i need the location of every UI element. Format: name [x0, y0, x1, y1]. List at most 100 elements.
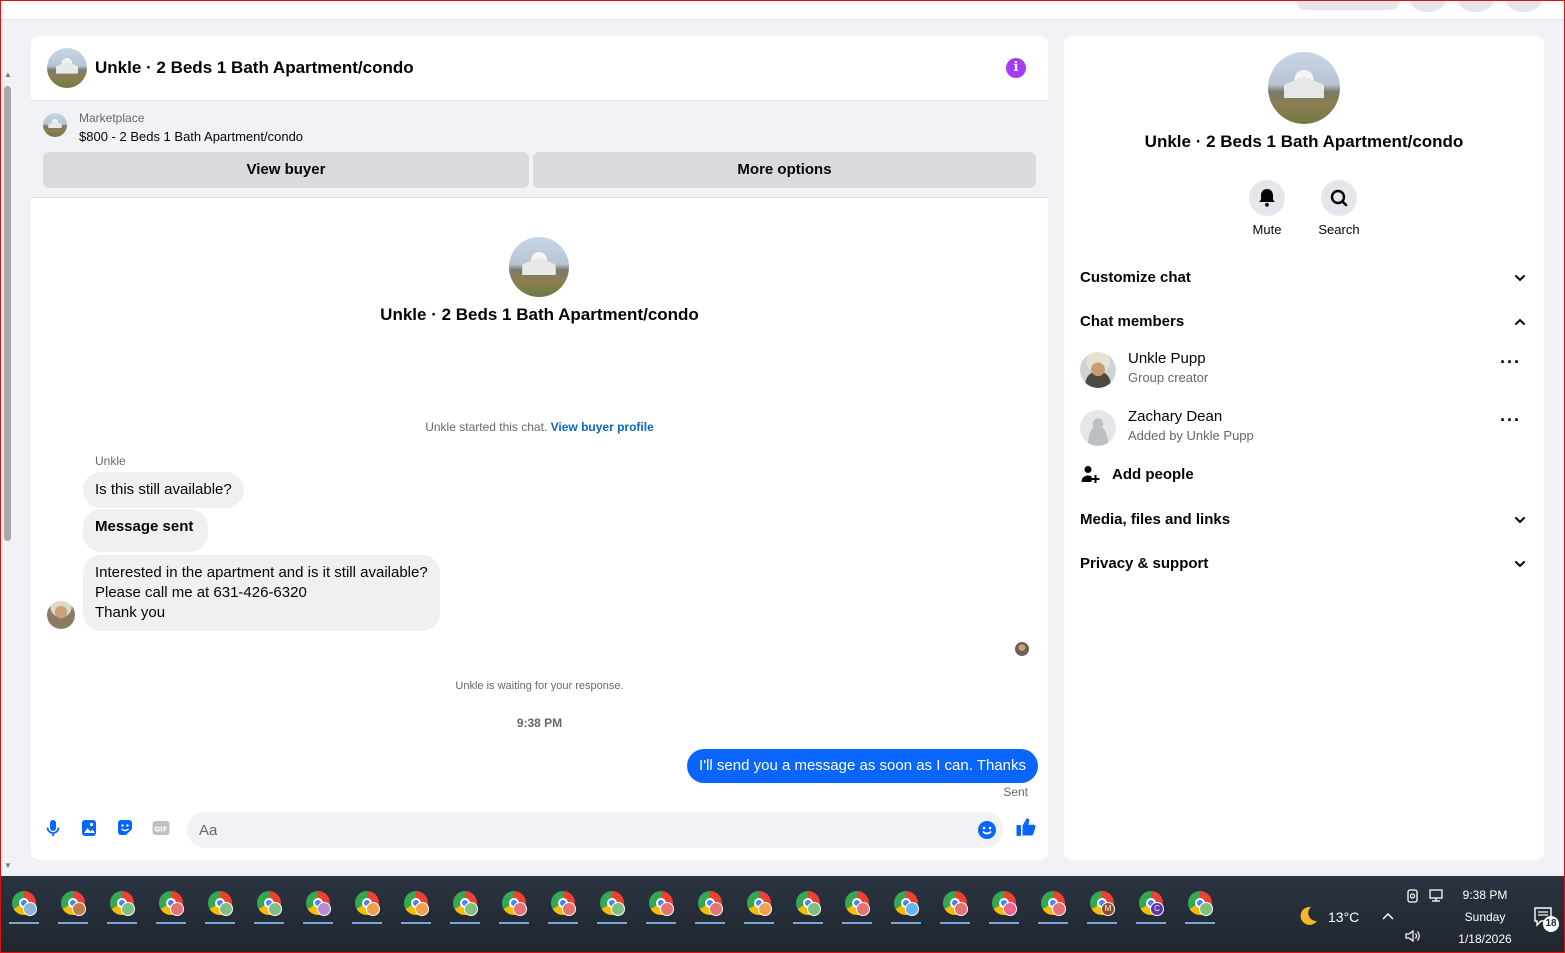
gif-icon[interactable]: GIF: [151, 818, 171, 838]
message-bubble[interactable]: Is this still available?: [83, 472, 244, 508]
outgoing-message-bubble[interactable]: I'll send you a message as soon as I can…: [687, 749, 1038, 783]
page-scrollbar[interactable]: ▲ ▼: [2, 70, 14, 870]
taskbar-chrome-window-icon[interactable]: [397, 884, 435, 924]
member-row[interactable]: Unkle Pupp Group creator ···: [1080, 350, 1528, 392]
view-buyer-button[interactable]: View buyer: [43, 152, 529, 188]
taskbar-chrome-window-icon[interactable]: [299, 884, 337, 924]
mute-button[interactable]: [1249, 180, 1285, 216]
section-label: Chat members: [1080, 313, 1185, 330]
running-indicator: [254, 922, 284, 924]
running-indicator: [450, 922, 480, 924]
taskbar-chrome-window-icon[interactable]: [642, 884, 680, 924]
listing-thumbnail[interactable]: [43, 113, 67, 137]
view-buyer-profile-link[interactable]: View buyer profile: [551, 420, 654, 434]
taskbar-chrome-window-icon[interactable]: [152, 884, 190, 924]
running-indicator: [744, 922, 774, 924]
profile-badge-icon: [905, 902, 919, 916]
listing-title[interactable]: $800 - 2 Beds 1 Bath Apartment/condo: [79, 129, 303, 144]
profile-badge-icon: [1199, 902, 1213, 916]
taskbar-chrome-window-icon[interactable]: [789, 884, 827, 924]
privacy-support-section[interactable]: Privacy & support: [1080, 552, 1528, 576]
photo-icon[interactable]: [79, 818, 99, 838]
taskbar-chrome-window-icon[interactable]: [1181, 884, 1219, 924]
running-indicator: [58, 922, 88, 924]
scroll-down-icon[interactable]: ▼: [4, 861, 12, 870]
chat-title[interactable]: Unkle · 2 Beds 1 Bath Apartment/condo: [95, 58, 414, 78]
message-thread[interactable]: Unkle · 2 Beds 1 Bath Apartment/condo Un…: [31, 199, 1048, 799]
running-indicator: [156, 922, 186, 924]
microphone-icon[interactable]: [43, 818, 63, 838]
taskbar-chrome-window-icon[interactable]: [936, 884, 974, 924]
media-files-section[interactable]: Media, files and links: [1080, 508, 1528, 532]
running-indicator: [891, 922, 921, 924]
chat-avatar[interactable]: [47, 48, 87, 88]
top-nav-strip: [0, 0, 1565, 20]
taskbar-chrome-window-icon[interactable]: [691, 884, 729, 924]
message-bubble[interactable]: Message sent: [83, 509, 209, 552]
marketplace-banner: Marketplace $800 - 2 Beds 1 Bath Apartme…: [31, 101, 1048, 198]
chat-started-text: Unkle started this chat.: [425, 420, 548, 434]
meet-now-icon[interactable]: [1405, 888, 1421, 904]
taskbar-chrome-window-icon[interactable]: [103, 884, 141, 924]
taskbar-chrome-window-icon[interactable]: [495, 884, 533, 924]
taskbar-chrome-window-icon[interactable]: [985, 884, 1023, 924]
scroll-up-icon[interactable]: ▲: [4, 70, 12, 79]
taskbar-chrome-window-icon[interactable]: [446, 884, 484, 924]
taskbar-chrome-window-icon[interactable]: C: [1132, 884, 1170, 924]
scroll-thumb[interactable]: [4, 86, 11, 541]
taskbar-chrome-window-icon[interactable]: [5, 884, 43, 924]
message-text: Interested in the apartment and is it st…: [95, 564, 428, 581]
nav-menu-icon[interactable]: [1410, 0, 1446, 12]
profile-badge-icon: [856, 902, 870, 916]
info-avatar[interactable]: [1268, 52, 1340, 124]
emoji-icon[interactable]: [977, 820, 997, 840]
member-name[interactable]: Unkle Pupp: [1128, 350, 1206, 367]
seen-indicator-avatar: [1015, 642, 1029, 656]
customize-chat-section[interactable]: Customize chat: [1080, 266, 1528, 290]
thumbs-up-icon[interactable]: [1015, 816, 1037, 838]
taskbar-chrome-window-icon[interactable]: [348, 884, 386, 924]
sender-avatar[interactable]: [47, 601, 75, 629]
taskbar-chrome-window-icon[interactable]: [201, 884, 239, 924]
taskbar-chrome-window-icon[interactable]: [250, 884, 288, 924]
taskbar-chrome-window-icon[interactable]: [544, 884, 582, 924]
taskbar-chrome-window-icon[interactable]: [887, 884, 925, 924]
member-name[interactable]: Zachary Dean: [1128, 408, 1222, 425]
volume-icon[interactable]: [1404, 928, 1422, 944]
add-people-button[interactable]: Add people: [1080, 464, 1194, 488]
search-button[interactable]: [1321, 180, 1357, 216]
network-icon[interactable]: [1428, 888, 1446, 904]
nav-pill[interactable]: [1296, 0, 1400, 10]
taskbar-chrome-window-icon[interactable]: [593, 884, 631, 924]
sticker-icon[interactable]: [115, 818, 135, 838]
chat-members-section[interactable]: Chat members: [1080, 310, 1528, 334]
message-bubble[interactable]: Interested in the apartment and is it st…: [83, 555, 440, 631]
taskbar-chrome-window-icon[interactable]: [740, 884, 778, 924]
taskbar-chrome-window-icon[interactable]: [54, 884, 92, 924]
running-indicator: [1038, 922, 1068, 924]
weather-temperature[interactable]: 13°C: [1328, 909, 1359, 925]
member-avatar[interactable]: [1080, 410, 1116, 446]
info-icon[interactable]: i: [1006, 58, 1026, 78]
clock-date[interactable]: 1/18/2026: [1450, 932, 1520, 946]
member-row[interactable]: Zachary Dean Added by Unkle Pupp ···: [1080, 408, 1528, 450]
chevron-up-icon: [1515, 318, 1525, 325]
message-status: Sent: [1003, 785, 1028, 799]
more-icon[interactable]: ···: [1500, 411, 1520, 434]
taskbar-chrome-window-icon[interactable]: [1034, 884, 1072, 924]
member-avatar[interactable]: [1080, 352, 1116, 388]
message-input[interactable]: [187, 812, 957, 848]
nav-notification-icon[interactable]: [1458, 0, 1494, 12]
more-options-button[interactable]: More options: [533, 152, 1036, 188]
clock-time[interactable]: 9:38 PM: [1450, 888, 1520, 902]
message-input-box[interactable]: [187, 812, 1003, 848]
show-hidden-icons-icon[interactable]: [1380, 908, 1396, 924]
taskbar-chrome-window-icon[interactable]: M: [1083, 884, 1121, 924]
clock-day[interactable]: Sunday: [1450, 910, 1520, 924]
more-icon[interactable]: ···: [1500, 353, 1520, 376]
nav-avatar-icon[interactable]: [1506, 0, 1542, 12]
profile-badge-icon: [660, 902, 674, 916]
taskbar-chrome-window-icon[interactable]: [838, 884, 876, 924]
moon-weather-icon[interactable]: [1296, 904, 1320, 928]
marketplace-label: Marketplace: [79, 111, 145, 125]
